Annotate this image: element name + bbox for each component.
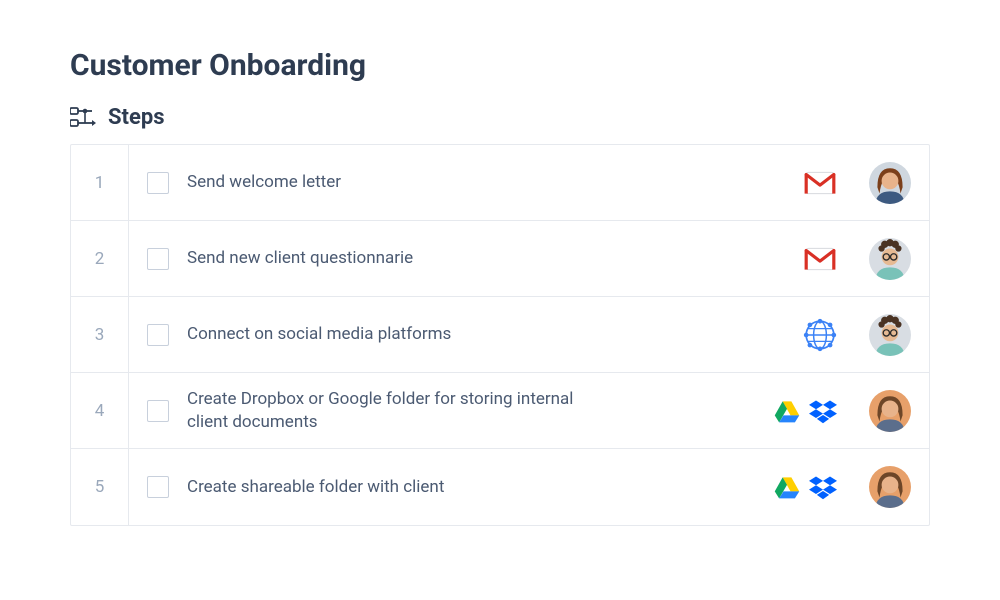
social-network-icon bbox=[803, 318, 837, 352]
step-row: 3 Connect on social media platforms bbox=[71, 297, 929, 373]
step-checkbox[interactable] bbox=[147, 324, 169, 346]
assignee-avatar[interactable] bbox=[869, 390, 911, 432]
step-label: Create Dropbox or Google folder for stor… bbox=[187, 388, 617, 434]
step-label: Send new client questionnarie bbox=[187, 247, 413, 270]
step-number: 4 bbox=[71, 373, 129, 448]
step-checkbox[interactable] bbox=[147, 400, 169, 422]
step-number: 1 bbox=[71, 145, 129, 220]
platform-icons bbox=[803, 166, 837, 200]
section-label: Steps bbox=[108, 105, 165, 130]
step-checkbox[interactable] bbox=[147, 248, 169, 270]
step-label: Create shareable folder with client bbox=[187, 476, 444, 499]
gmail-icon bbox=[803, 166, 837, 200]
step-row: 2 Send new client questionnarie bbox=[71, 221, 929, 297]
assignee-avatar[interactable] bbox=[869, 314, 911, 356]
assignee-avatar[interactable] bbox=[869, 238, 911, 280]
step-number: 2 bbox=[71, 221, 129, 296]
step-row: 5 Create shareable folder with client bbox=[71, 449, 929, 525]
google-drive-icon bbox=[773, 397, 801, 425]
platform-icons bbox=[773, 473, 837, 501]
page-title: Customer Onboarding bbox=[70, 48, 930, 83]
step-number: 5 bbox=[71, 449, 129, 525]
platform-icons bbox=[773, 397, 837, 425]
platform-icons bbox=[803, 318, 837, 352]
section-heading: Steps bbox=[70, 105, 930, 130]
step-label: Connect on social media platforms bbox=[187, 323, 451, 346]
step-number: 3 bbox=[71, 297, 129, 372]
step-checkbox[interactable] bbox=[147, 476, 169, 498]
gmail-icon bbox=[803, 242, 837, 276]
step-checkbox[interactable] bbox=[147, 172, 169, 194]
assignee-avatar[interactable] bbox=[869, 466, 911, 508]
steps-icon bbox=[70, 107, 96, 129]
step-row: 1 Send welcome letter bbox=[71, 145, 929, 221]
step-label: Send welcome letter bbox=[187, 171, 341, 194]
platform-icons bbox=[803, 242, 837, 276]
steps-table: 1 Send welcome letter 2 Send new client … bbox=[70, 144, 930, 526]
dropbox-icon bbox=[809, 473, 837, 501]
step-row: 4 Create Dropbox or Google folder for st… bbox=[71, 373, 929, 449]
google-drive-icon bbox=[773, 473, 801, 501]
assignee-avatar[interactable] bbox=[869, 162, 911, 204]
dropbox-icon bbox=[809, 397, 837, 425]
